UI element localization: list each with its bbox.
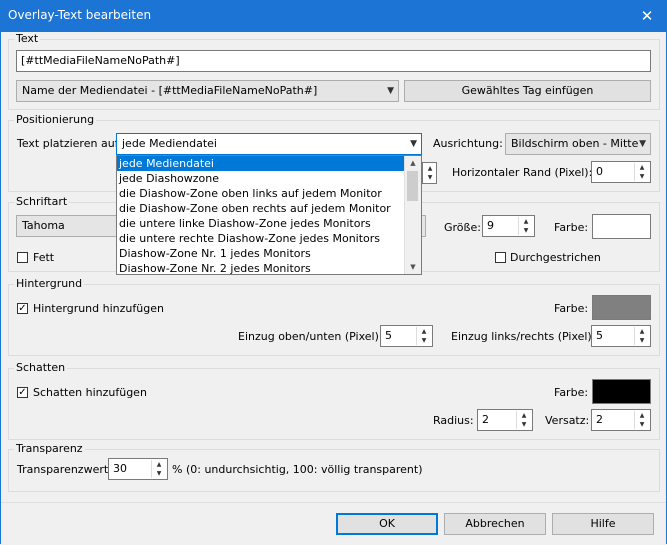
radius-value: 2 [482, 413, 489, 426]
cancel-button[interactable]: Abbrechen [444, 513, 546, 535]
padding-lr-input[interactable]: 5 ▲ ▼ [591, 325, 651, 347]
chevron-down-icon[interactable]: ▼ [405, 260, 421, 274]
bold-checkbox[interactable] [17, 252, 28, 263]
scrollbar-thumb[interactable] [407, 171, 418, 201]
help-button[interactable]: Hilfe [552, 513, 654, 535]
dropdown-option[interactable]: jede Diashowzone [117, 171, 421, 186]
dropdown-option[interactable]: die Diashow-Zone oben links auf jedem Mo… [117, 186, 421, 201]
dropdown-option[interactable]: jede Mediendatei [117, 156, 421, 171]
padding-lr-value: 5 [596, 329, 603, 342]
strike-checkbox[interactable] [495, 252, 506, 263]
place-on-label: Text platzieren auf [17, 137, 119, 150]
bold-label: Fett [33, 251, 55, 264]
alignment-value: Bildschirm oben - Mitte [511, 137, 639, 150]
dropdown-scrollbar[interactable]: ▲ ▼ [404, 156, 421, 274]
alignment-select[interactable]: Bildschirm oben - Mitte ▼ [505, 133, 651, 155]
padding-tb-label: Einzug oben/unten (Pixel) [238, 330, 379, 343]
horizontal-margin-input[interactable]: 0 ▲ ▼ [591, 161, 651, 183]
place-on-value: jede Mediendatei [122, 137, 217, 150]
dropdown-option[interactable]: die Diashow-Zone oben rechts auf jedem M… [117, 201, 421, 216]
spin-arrows-icon[interactable]: ▲ ▼ [634, 163, 649, 181]
spin-arrows-icon[interactable]: ▲ ▼ [634, 327, 649, 345]
padding-tb-input[interactable]: 5 ▲ ▼ [380, 325, 433, 347]
dropdown-option[interactable]: die untere linke Diashow-Zone jedes Moni… [117, 216, 421, 231]
shadow-add-label: Schatten hinzufügen [33, 386, 147, 399]
dropdown-option[interactable]: Diashow-Zone Nr. 1 jedes Monitors [117, 246, 421, 261]
padding-tb-value: 5 [385, 329, 392, 342]
spin-arrows-icon[interactable]: ▲ ▼ [518, 217, 533, 235]
transparency-input[interactable]: 30 ▲ ▼ [108, 458, 168, 480]
spin-arrows-icon[interactable]: ▲ ▼ [516, 411, 531, 429]
radius-input[interactable]: 2 ▲ ▼ [477, 409, 533, 431]
transparency-value: 30 [113, 462, 127, 475]
size-input[interactable]: 9 ▲ ▼ [482, 215, 535, 237]
position-group-label: Positionierung [14, 113, 97, 126]
background-color-label: Farbe: [554, 302, 589, 315]
font-color-swatch[interactable] [592, 214, 651, 239]
offset-input[interactable]: 2 ▲ ▼ [591, 409, 651, 431]
transparency-hint: % (0: undurchsichtig, 100: völlig transp… [172, 463, 423, 476]
window-title: Overlay-Text bearbeiten [8, 8, 152, 22]
text-group-label: Text [14, 32, 41, 45]
background-group-label: Hintergrund [14, 277, 85, 290]
transparency-group-label: Transparenz [14, 442, 85, 455]
shadow-color-swatch[interactable] [592, 379, 651, 404]
chevron-down-icon: ▼ [387, 86, 394, 96]
title-bar: Overlay-Text bearbeiten ✕ [0, 0, 667, 32]
insert-tag-button[interactable]: Gewähltes Tag einfügen [404, 80, 651, 102]
horizontal-margin-label: Horizontaler Rand (Pixel): [452, 166, 593, 179]
background-add-label: Hintergrund hinzufügen [33, 302, 164, 315]
alignment-label: Ausrichtung: [433, 137, 503, 150]
font-value: Tahoma [22, 219, 65, 232]
close-icon[interactable]: ✕ [627, 0, 667, 32]
horizontal-margin-value: 0 [596, 165, 603, 178]
spin-arrows-icon[interactable]: ▲ ▼ [416, 327, 431, 345]
offset-value: 2 [596, 413, 603, 426]
radius-label: Radius: [433, 414, 474, 427]
place-on-dropdown-list: jede Mediendatei jede Diashowzone die Di… [116, 155, 422, 275]
shadow-group [8, 368, 660, 440]
font-color-label: Farbe: [554, 221, 589, 234]
chevron-down-icon: ▼ [639, 139, 646, 149]
place-on-select[interactable]: jede Mediendatei ▼ [116, 133, 422, 155]
strike-label: Durchgestrichen [510, 251, 601, 264]
transparency-label: Transparenzwert: [17, 463, 112, 476]
shadow-color-label: Farbe: [554, 386, 589, 399]
font-group-label: Schriftart [14, 195, 70, 208]
shadow-checkbox[interactable]: ✓ [17, 387, 28, 398]
tag-select-value: Name der Mediendatei - [#ttMediaFileName… [22, 84, 318, 97]
chevron-down-icon: ▼ [410, 139, 417, 149]
background-color-swatch[interactable] [592, 295, 651, 320]
spin-arrows-icon: ▲ ▼ [427, 165, 433, 181]
size-label: Größe: [444, 221, 481, 234]
ok-button[interactable]: OK [336, 513, 438, 535]
tag-select[interactable]: Name der Mediendatei - [#ttMediaFileName… [16, 80, 399, 102]
background-checkbox[interactable]: ✓ [17, 303, 28, 314]
shadow-group-label: Schatten [14, 361, 68, 374]
dropdown-option[interactable]: Diashow-Zone Nr. 2 jedes Monitors [117, 261, 421, 276]
offset-label: Versatz: [545, 414, 590, 427]
spin-arrows-icon[interactable]: ▲ ▼ [634, 411, 649, 429]
size-value: 9 [487, 219, 494, 232]
padding-lr-label: Einzug links/rechts (Pixel) [451, 330, 592, 343]
spin-arrows-icon[interactable]: ▲ ▼ [151, 460, 166, 478]
dropdown-option[interactable]: die untere rechte Diashow-Zone jedes Mon… [117, 231, 421, 246]
chevron-up-icon[interactable]: ▲ [405, 156, 421, 170]
background-group [8, 284, 660, 356]
text-input[interactable]: [#ttMediaFileNameNoPath#] [16, 50, 651, 72]
hidden-spin-stub[interactable]: ▲ ▼ [422, 162, 437, 184]
